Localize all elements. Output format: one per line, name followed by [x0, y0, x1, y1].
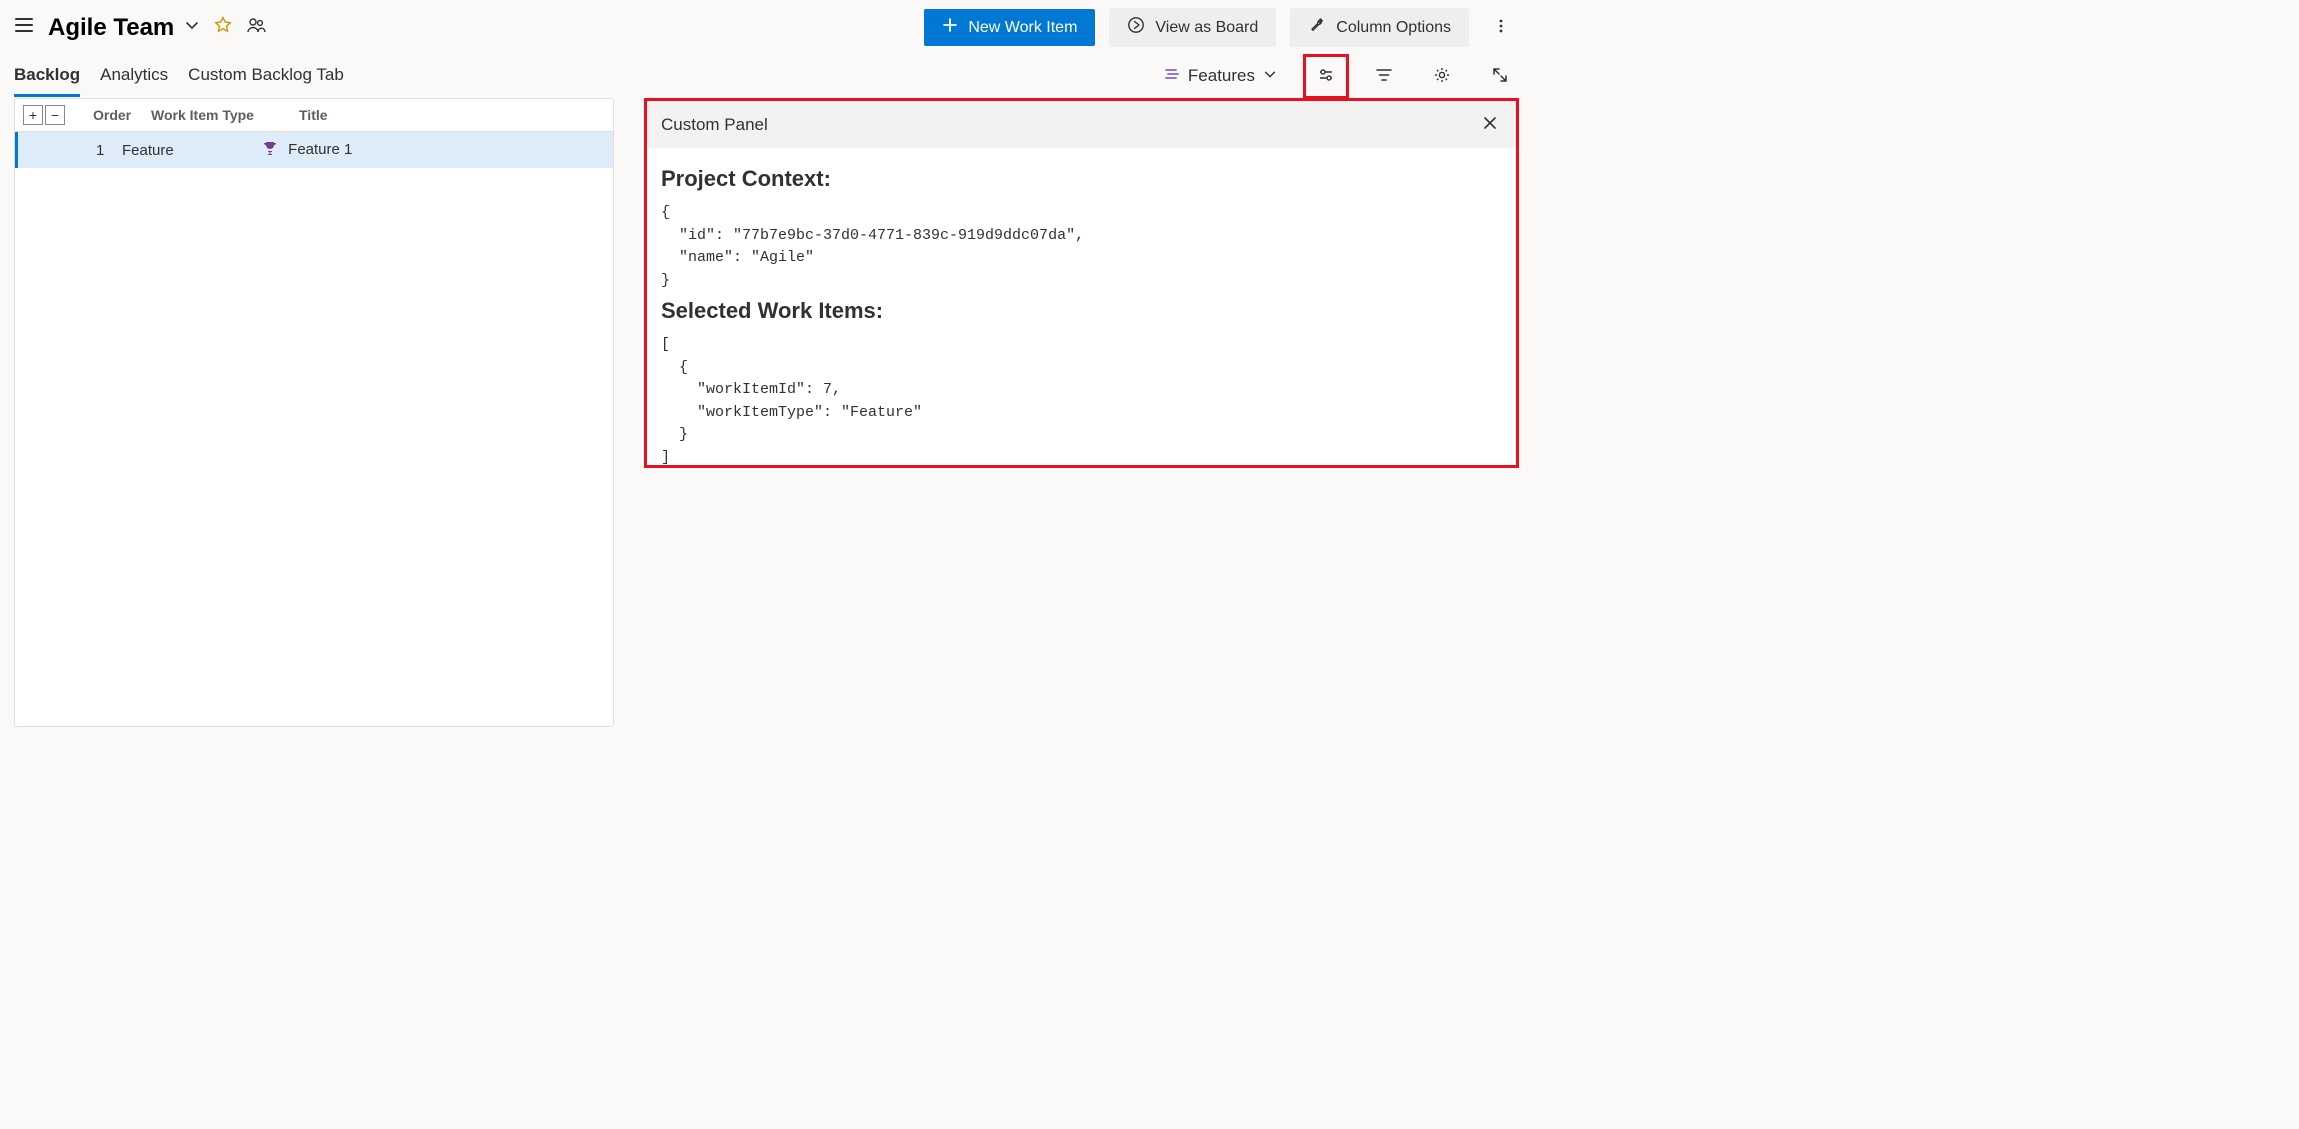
panel-title: Custom Panel [661, 115, 768, 135]
hamburger-icon[interactable] [14, 15, 34, 40]
selected-items-heading: Selected Work Items: [661, 298, 1502, 324]
backlog-level-label: Features [1188, 66, 1255, 86]
backlog-level-selector[interactable]: Features [1154, 60, 1287, 93]
project-context-heading: Project Context: [661, 166, 1502, 192]
favorite-star-icon[interactable] [214, 16, 232, 39]
fullscreen-button[interactable] [1481, 58, 1519, 95]
view-as-board-button[interactable]: View as Board [1109, 8, 1276, 47]
more-vertical-icon [1493, 18, 1509, 37]
filter-icon [1375, 66, 1393, 87]
close-icon [1482, 115, 1498, 134]
custom-panel: Custom Panel Project Context: { "id": "7… [644, 98, 1519, 468]
tab-custom-backlog[interactable]: Custom Backlog Tab [188, 55, 344, 97]
backlog-grid: + − Order Work Item Type Title 1 Feature… [14, 98, 614, 727]
filter-button[interactable] [1365, 58, 1403, 95]
column-header-title[interactable]: Title [299, 107, 605, 123]
chevron-down-icon [184, 17, 200, 38]
column-header-order[interactable]: Order [73, 107, 143, 123]
tab-analytics[interactable]: Analytics [100, 55, 168, 97]
view-as-board-label: View as Board [1155, 19, 1258, 37]
more-actions-button[interactable] [1483, 10, 1519, 45]
cell-type: Feature [122, 142, 262, 159]
level-lines-icon [1164, 66, 1180, 87]
team-members-icon[interactable] [246, 15, 266, 40]
close-panel-button[interactable] [1478, 111, 1502, 138]
new-work-item-button[interactable]: New Work Item [924, 9, 1095, 46]
column-header-type[interactable]: Work Item Type [151, 107, 291, 123]
cell-title: Feature 1 [262, 140, 605, 160]
wrench-icon [1308, 16, 1326, 39]
table-row[interactable]: 1 Feature Feature 1 [15, 132, 613, 168]
sliders-icon [1317, 66, 1335, 87]
settings-button[interactable] [1423, 58, 1461, 95]
arrow-circle-icon [1127, 16, 1145, 39]
column-options-button[interactable]: Column Options [1290, 8, 1469, 47]
trophy-icon [262, 140, 278, 160]
gear-icon [1433, 66, 1451, 87]
team-selector[interactable]: Agile Team [48, 14, 200, 42]
expand-all-button[interactable]: + [23, 105, 43, 125]
plus-icon [942, 17, 958, 38]
selected-items-json: [ { "workItemId": 7, "workItemType": "Fe… [661, 334, 1502, 465]
cell-order: 1 [52, 142, 122, 159]
collapse-all-button[interactable]: − [45, 105, 65, 125]
project-context-json: { "id": "77b7e9bc-37d0-4771-839c-919d9dd… [661, 202, 1502, 292]
new-work-item-label: New Work Item [968, 19, 1077, 37]
column-options-label: Column Options [1336, 19, 1451, 37]
expand-icon [1491, 66, 1509, 87]
tab-backlog[interactable]: Backlog [14, 55, 80, 97]
chevron-down-icon [1263, 66, 1277, 86]
panel-toggle-button[interactable] [1307, 58, 1345, 95]
team-name: Agile Team [48, 14, 174, 42]
